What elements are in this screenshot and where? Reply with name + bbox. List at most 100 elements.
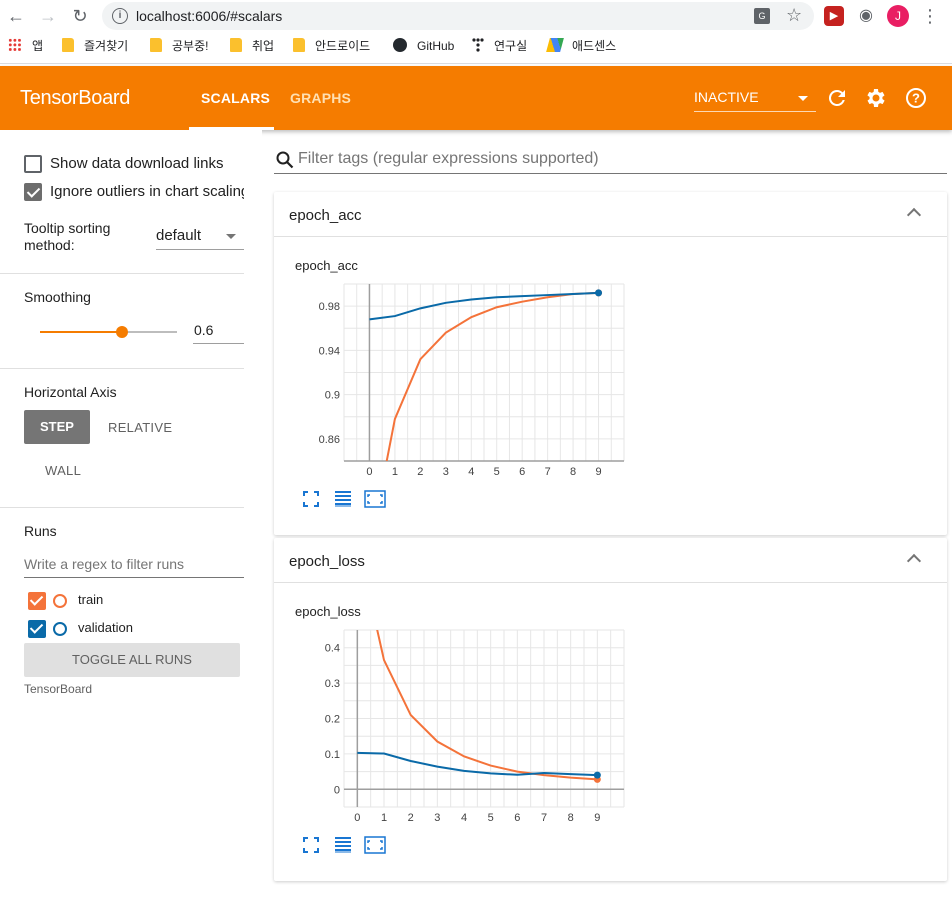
bookmark-github[interactable]: GitHub [393, 38, 454, 56]
run-validation-label[interactable]: validation [78, 620, 133, 635]
run-validation-checkbox[interactable] [28, 620, 46, 638]
show-download-links-label[interactable]: Show data download links [50, 155, 223, 172]
tooltip-sorting-label: Tooltip sorting method: [24, 220, 111, 253]
run-train-checkbox[interactable] [28, 592, 46, 610]
dots-icon [472, 38, 484, 52]
dashboard-select[interactable]: INACTIVE [694, 88, 816, 112]
chevron-up-icon[interactable] [906, 207, 922, 223]
tooltip-sorting-value: default [156, 227, 202, 244]
url-text[interactable]: localhost:6006/#scalars [136, 8, 282, 24]
extensions-puzzle-icon[interactable]: ◉ [856, 6, 876, 26]
bookmark-adsense[interactable]: 애드센스 [546, 38, 616, 56]
expand-icon[interactable] [302, 490, 320, 508]
x-tick-label: 6 [519, 466, 525, 478]
x-tick-label: 0 [366, 466, 372, 478]
browser-toolbar: ← → ↻ i localhost:6006/#scalars G ☆ ▶ ◉ … [0, 0, 952, 32]
y-tick-label: 0.86 [319, 434, 340, 446]
ignore-outliers-checkbox[interactable] [24, 183, 42, 201]
brand-title: TensorBoard [20, 87, 131, 109]
address-bar[interactable]: i localhost:6006/#scalars G ☆ [102, 2, 814, 30]
back-arrow-icon[interactable]: ← [4, 4, 28, 28]
search-icon [276, 151, 294, 169]
y-tick-label: 0.9 [325, 390, 340, 402]
card-title: epoch_acc [289, 207, 362, 224]
x-tick-label: 9 [594, 812, 600, 824]
chart-toolbar [302, 490, 402, 510]
x-tick-label: 3 [434, 812, 440, 824]
series-endpoint-validation [595, 289, 603, 297]
fit-domain-icon[interactable] [364, 490, 386, 508]
slider-knob[interactable] [116, 326, 128, 338]
expand-icon[interactable] [302, 836, 320, 854]
show-download-links-checkbox[interactable] [24, 155, 42, 173]
tab-graphs[interactable]: GRAPHS [290, 90, 351, 106]
x-tick-label: 1 [381, 812, 387, 824]
bookmark-apps[interactable]: 앱 [8, 38, 43, 56]
extension-icon[interactable]: ▶ [824, 6, 844, 26]
sidebar: Show data download links Ignore outliers… [0, 130, 262, 911]
x-tick-label: 4 [468, 466, 474, 478]
log-scale-icon[interactable] [334, 490, 352, 508]
x-tick-label: 1 [392, 466, 398, 478]
series-endpoint-validation [593, 771, 601, 779]
divider [0, 273, 244, 274]
settings-gear-icon[interactable] [864, 86, 888, 110]
forward-arrow-icon[interactable]: → [36, 4, 60, 28]
log-scale-icon[interactable] [334, 836, 352, 854]
tab-scalars[interactable]: SCALARS [201, 90, 270, 106]
x-tick-label: 0 [354, 812, 360, 824]
runs-filter-input[interactable]: Write a regex to filter runs [24, 554, 244, 578]
svg-text:?: ? [912, 91, 920, 106]
reload-icon[interactable]: ↻ [68, 4, 92, 28]
card-header[interactable]: epoch_loss [274, 538, 947, 583]
tag-filter-input[interactable]: Filter tags (regular expressions support… [274, 148, 947, 174]
x-tick-label: 7 [541, 812, 547, 824]
info-icon[interactable]: i [112, 8, 128, 24]
refresh-icon[interactable] [825, 86, 849, 110]
card-header[interactable]: epoch_acc [274, 192, 947, 237]
adsense-icon [546, 38, 564, 52]
smoothing-input[interactable]: 0.6 [193, 320, 244, 344]
x-tick-label: 9 [595, 466, 601, 478]
chart-title: epoch_loss [295, 604, 361, 619]
ignore-outliers-label[interactable]: Ignore outliers in chart scaling [50, 183, 244, 200]
tooltip-sorting-select[interactable]: default [156, 226, 244, 250]
folder-icon [62, 38, 74, 52]
bookmark-star-icon[interactable]: ☆ [786, 5, 802, 26]
horizontal-axis-label: Horizontal Axis [24, 384, 117, 400]
bookmark-jobs[interactable]: 취업 [230, 38, 274, 56]
dashboard-select-value: INACTIVE [694, 89, 759, 105]
browser-menu-icon[interactable]: ⋮ [920, 6, 940, 26]
tag-filter-placeholder: Filter tags (regular expressions support… [298, 150, 599, 167]
axis-step-button[interactable]: STEP [24, 410, 90, 444]
github-icon [393, 38, 407, 52]
bookmark-study[interactable]: 공부중! [150, 38, 208, 56]
bookmark-favorites[interactable]: 즐겨찾기 [62, 38, 128, 56]
help-icon[interactable]: ? [904, 86, 928, 110]
chart-epoch-loss[interactable]: 0 0.1 0.2 0.3 0.4 0 1 2 3 4 5 6 7 8 9 [274, 623, 654, 833]
smoothing-slider[interactable] [40, 326, 177, 338]
axis-wall-button[interactable]: WALL [45, 463, 81, 478]
chart-epoch-acc[interactable]: 0.86 0.9 0.94 0.98 0 1 2 3 4 5 6 7 8 9 [274, 277, 654, 487]
avatar[interactable]: J [887, 5, 909, 27]
bookmark-android[interactable]: 안드로이드 [293, 38, 370, 56]
toggle-all-runs-button[interactable]: TOGGLE ALL RUNS [24, 643, 240, 677]
card-title: epoch_loss [289, 553, 365, 570]
x-tick-label: 3 [443, 466, 449, 478]
chevron-up-icon[interactable] [906, 553, 922, 569]
y-tick-label: 0.94 [319, 345, 340, 357]
card-epoch-acc: epoch_acc epoch_acc 0.86 0.9 0.94 0.98 0 1 2 3 4… [274, 192, 947, 535]
runs-filter-placeholder: Write a regex to filter runs [24, 556, 185, 572]
translate-icon[interactable]: G [754, 8, 770, 24]
x-tick-label: 2 [408, 812, 414, 824]
y-tick-label: 0.4 [325, 643, 340, 655]
axis-relative-button[interactable]: RELATIVE [108, 420, 172, 435]
y-tick-label: 0.3 [325, 678, 340, 690]
x-tick-label: 8 [568, 812, 574, 824]
run-train-label[interactable]: train [78, 592, 103, 607]
fit-domain-icon[interactable] [364, 836, 386, 854]
folder-icon [150, 38, 162, 52]
x-tick-label: 5 [494, 466, 500, 478]
bookmark-lab[interactable]: 연구실 [472, 38, 527, 56]
x-tick-label: 7 [545, 466, 551, 478]
